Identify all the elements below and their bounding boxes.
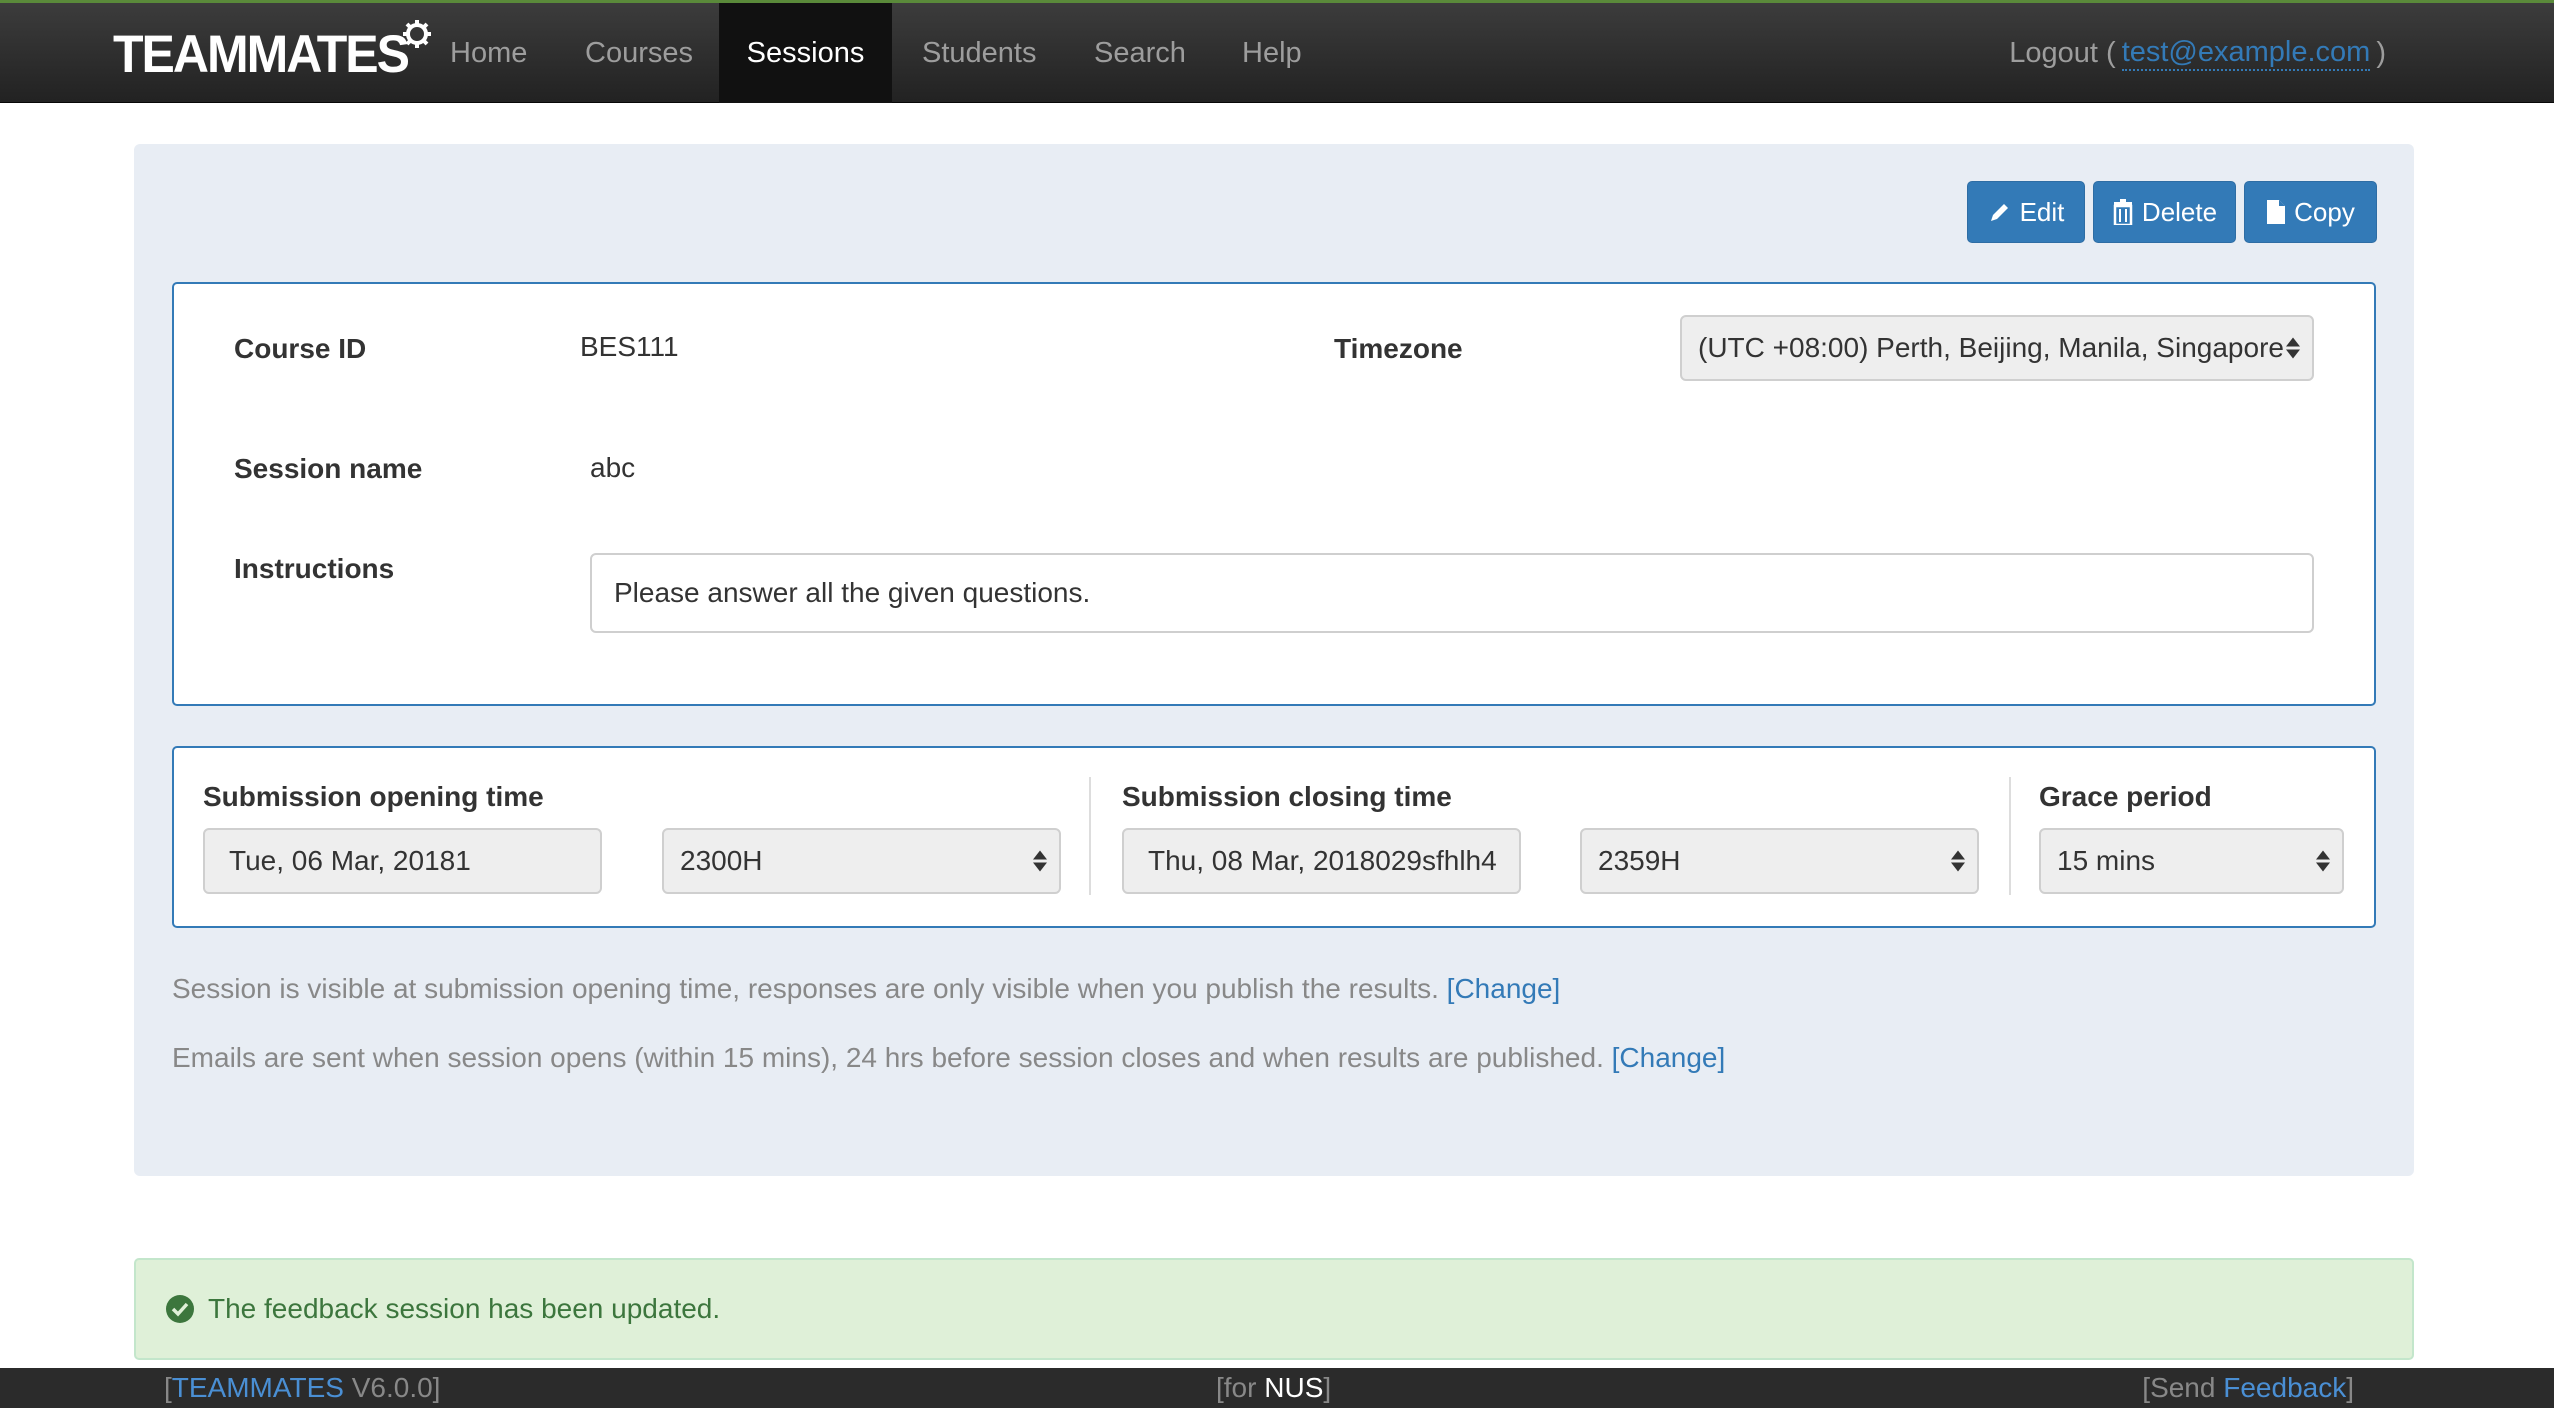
footer: [TEAMMATES V6.0.0] [for NUS] [Send Feedb… (0, 1368, 2554, 1408)
footer-feedback-link[interactable]: Feedback (2223, 1372, 2346, 1403)
column-divider (1089, 777, 1091, 895)
footer-version-number: V6.0.0 (351, 1372, 433, 1403)
nav-search[interactable]: Search (1064, 3, 1216, 103)
nav-help[interactable]: Help (1212, 3, 1332, 103)
visibility-change-link[interactable]: [Change] (1447, 973, 1561, 1004)
opening-time-value: 2300H (680, 845, 763, 876)
timezone-label: Timezone (1334, 333, 1463, 364)
edit-button-label: Edit (2019, 196, 2065, 227)
session-name-value: abc (590, 452, 636, 483)
timezone-value: (UTC +08:00) Perth, Beijing, Manila, Sin… (1698, 332, 2284, 363)
copy-button[interactable]: Copy (2244, 181, 2377, 243)
nav-home[interactable]: Home (420, 3, 557, 103)
edit-button[interactable]: Edit (1967, 181, 2085, 243)
nav-courses[interactable]: Courses (555, 3, 723, 103)
brand-logo[interactable]: TEAMMATES (113, 19, 438, 89)
email-note: Emails are sent when session opens (with… (172, 1042, 1725, 1074)
select-arrows-icon (2286, 337, 2300, 359)
top-navbar: TEAMMATES Home Courses Sessions Students… (0, 0, 2554, 103)
success-alert: The feedback session has been updated. (134, 1258, 2414, 1360)
select-arrows-icon (1033, 850, 1047, 872)
delete-button[interactable]: Delete (2093, 181, 2236, 243)
check-circle-icon (166, 1295, 194, 1323)
instructions-field[interactable]: Please answer all the given questions. (590, 553, 2314, 633)
course-id-label: Course ID (234, 333, 367, 364)
nav-students[interactable]: Students (892, 3, 1066, 103)
footer-institution-name: NUS (1264, 1372, 1324, 1403)
grace-period-select[interactable]: 15 mins (2039, 828, 2344, 894)
column-divider (2009, 777, 2011, 895)
brand-name: TEAMMATES (113, 24, 410, 84)
alert-message: The feedback session has been updated. (208, 1293, 721, 1324)
instructions-label: Instructions (234, 553, 395, 584)
footer-app-link[interactable]: TEAMMATES (172, 1372, 344, 1403)
visibility-text: Session is visible at submission opening… (172, 973, 1439, 1004)
logout-link[interactable]: Logout ( (2009, 37, 2115, 70)
trash-icon (2113, 199, 2133, 225)
logout-suffix: ) (2376, 36, 2386, 69)
email-text: Emails are sent when session opens (with… (172, 1042, 1604, 1073)
opening-time-label: Submission opening time (203, 781, 544, 812)
file-icon (2267, 200, 2286, 224)
grace-period-value: 15 mins (2057, 845, 2156, 876)
footer-institution: [for NUS] (1216, 1372, 1332, 1403)
footer-for-prefix: for (1223, 1372, 1257, 1403)
email-change-link[interactable]: [Change] (1612, 1042, 1726, 1073)
footer-feedback: [Send Feedback] (2142, 1372, 2354, 1403)
footer-send-prefix: Send (2150, 1372, 2216, 1403)
pencil-icon (1990, 204, 2008, 221)
opening-date-input[interactable]: Tue, 06 Mar, 20181 (203, 828, 602, 894)
closing-time-value: 2359H (1598, 845, 1681, 876)
visibility-note: Session is visible at submission opening… (172, 973, 1560, 1005)
session-name-label: Session name (234, 453, 423, 484)
opening-time-select[interactable]: 2300H (662, 828, 1061, 894)
select-arrows-icon (1951, 850, 1965, 872)
grace-period-label: Grace period (2039, 781, 2212, 812)
closing-time-label: Submission closing time (1122, 781, 1452, 812)
footer-version: [TEAMMATES V6.0.0] (164, 1372, 441, 1403)
closing-date-input[interactable]: Thu, 08 Mar, 2018029sfhlh4 (1122, 828, 1521, 894)
closing-time-select[interactable]: 2359H (1580, 828, 1979, 894)
user-email-link[interactable]: test@example.com (2121, 36, 2371, 71)
delete-button-label: Delete (2141, 196, 2218, 227)
logout-area: Logout ( test@example.com ) (2009, 3, 2386, 103)
timezone-select[interactable]: (UTC +08:00) Perth, Beijing, Manila, Sin… (1680, 315, 2314, 381)
select-arrows-icon (2316, 850, 2330, 872)
nav-sessions[interactable]: Sessions (719, 3, 892, 103)
copy-button-label: Copy (2294, 196, 2355, 227)
course-id-value: BES111 (580, 331, 679, 362)
